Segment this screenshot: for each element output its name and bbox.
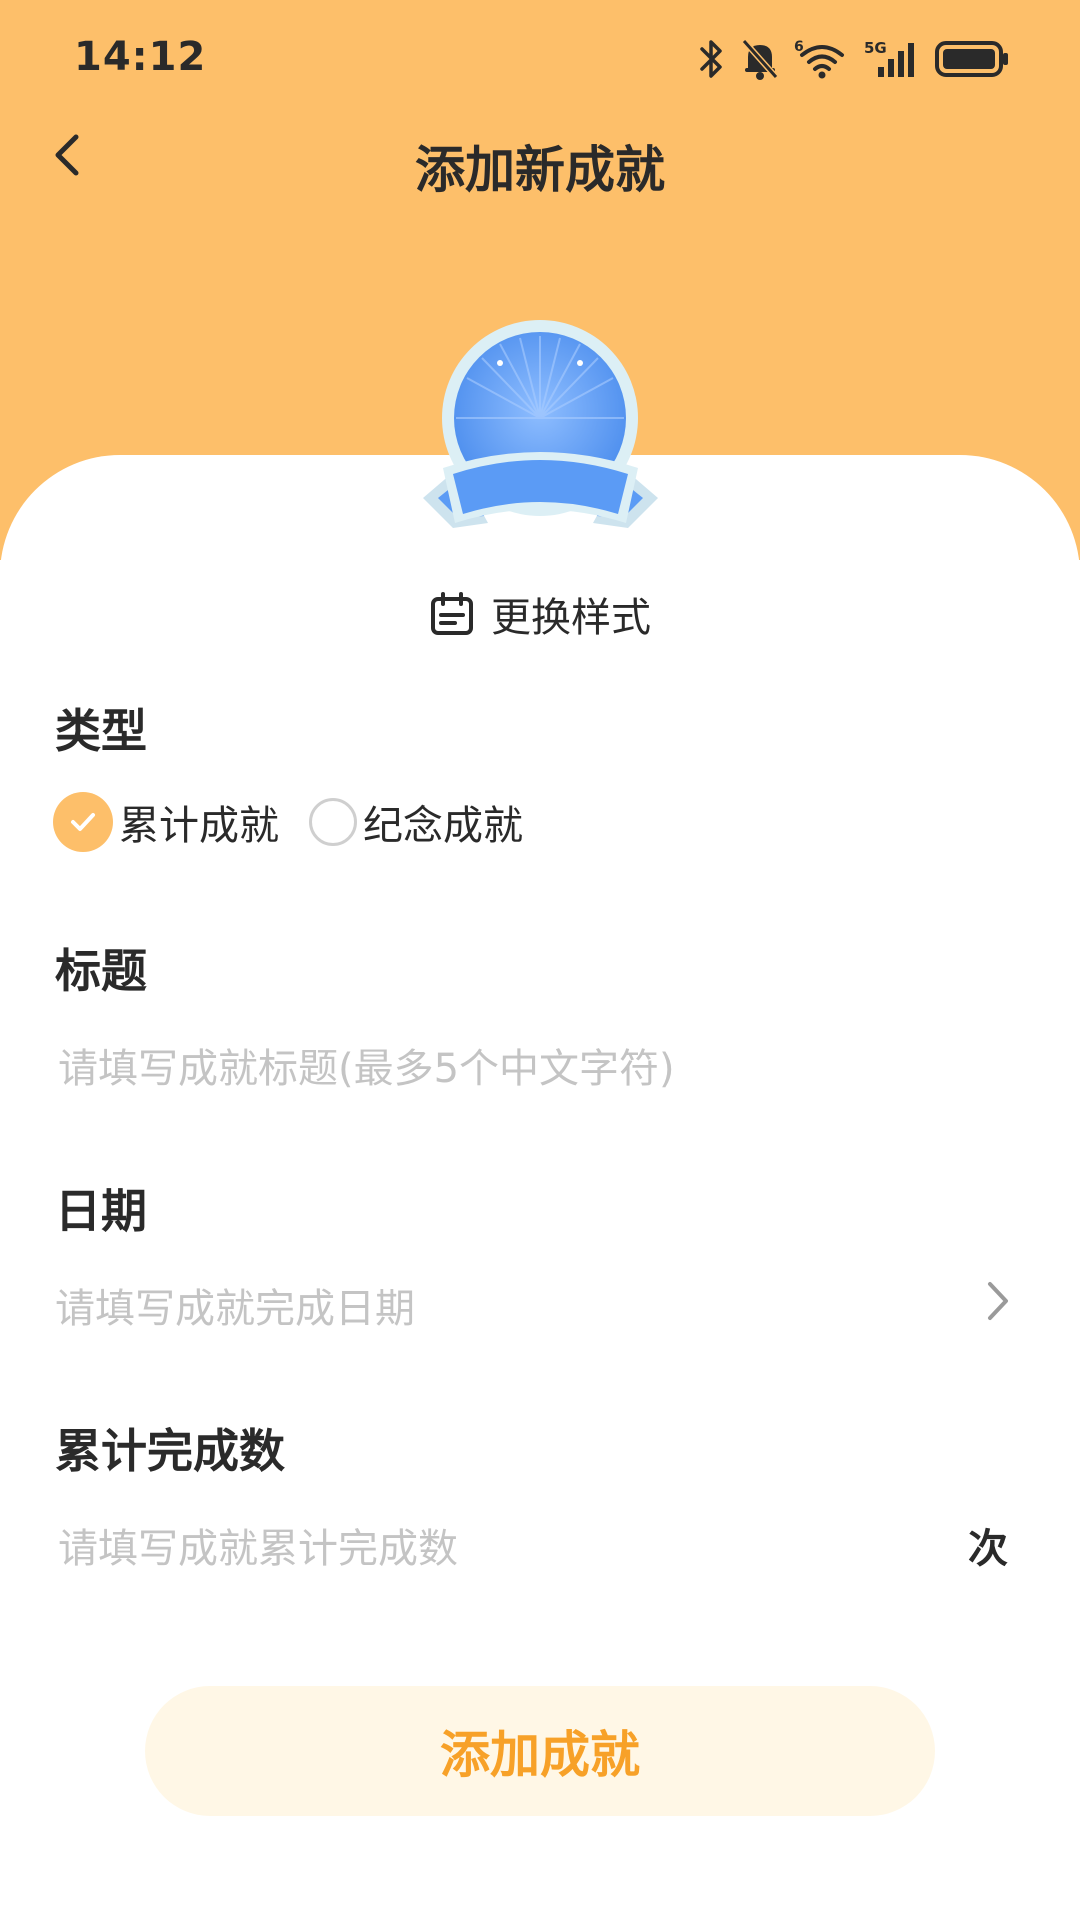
radio-label: 累计成就 <box>119 803 279 849</box>
wifi-icon: 6 <box>794 39 844 79</box>
bluetooth-icon <box>700 40 722 78</box>
radio-cumulative[interactable]: 累计成就 <box>53 792 279 852</box>
status-bar: 14:12 6 5G <box>0 0 1080 110</box>
type-radio-group: 累计成就 纪念成就 <box>53 792 553 852</box>
chevron-right-icon[interactable] <box>978 1278 1018 1324</box>
add-achievement-button[interactable]: 添加成就 <box>145 1686 935 1816</box>
radio-label: 纪念成就 <box>363 803 523 849</box>
status-icons: 6 5G <box>696 34 1010 84</box>
battery-icon <box>935 41 1008 77</box>
badge-medal-icon[interactable] <box>418 318 663 553</box>
count-unit: 次 <box>968 1526 1008 1572</box>
radio-checked-icon <box>53 792 113 852</box>
signal-5g-icon: 5G <box>864 39 914 77</box>
calendar-icon <box>431 592 473 635</box>
date-label: 日期 <box>55 1184 147 1238</box>
page-title: 添加新成就 <box>415 141 665 199</box>
type-label: 类型 <box>55 704 147 758</box>
title-input[interactable]: 请填写成就标题(最多5个中文字符) <box>58 1036 675 1094</box>
radio-memorial[interactable]: 纪念成就 <box>309 793 523 851</box>
count-input[interactable]: 请填写成就累计完成数 <box>58 1516 458 1574</box>
count-label: 累计完成数 <box>55 1424 285 1478</box>
date-input[interactable]: 请填写成就完成日期 <box>55 1276 415 1334</box>
mute-bell-icon <box>741 39 779 80</box>
status-time: 14:12 <box>74 34 207 80</box>
radio-unchecked-icon <box>309 798 357 846</box>
network-label: 5G <box>864 39 887 57</box>
title-label: 标题 <box>55 944 147 998</box>
nav-bar: 添加新成就 <box>0 100 1080 210</box>
add-achievement-label: 添加成就 <box>440 1726 640 1784</box>
change-style-button[interactable]: 更换样式 <box>0 585 1080 643</box>
change-style-label: 更换样式 <box>491 595 651 641</box>
